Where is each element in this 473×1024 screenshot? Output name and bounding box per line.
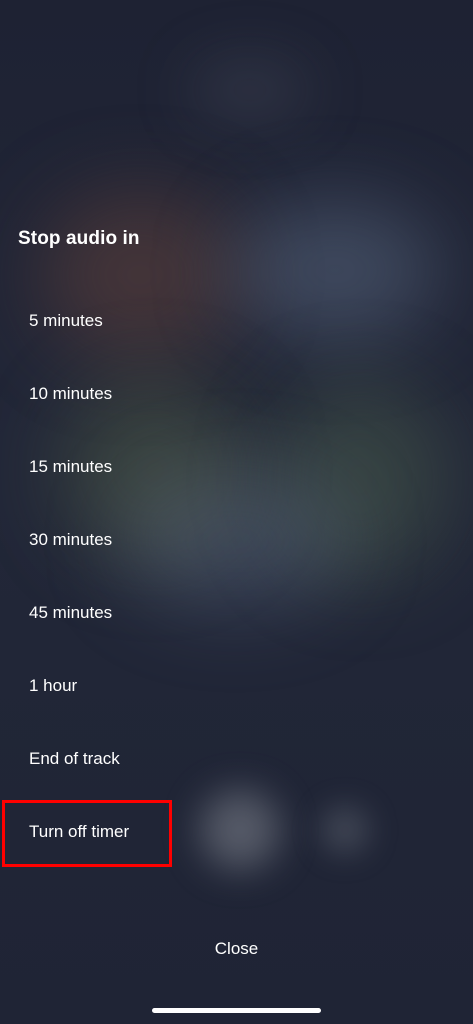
timer-option-15-minutes[interactable]: 15 minutes [0,430,473,503]
option-label: 15 minutes [29,456,113,476]
option-label: 1 hour [29,675,78,695]
home-indicator [152,1008,321,1013]
timer-option-10-minutes[interactable]: 10 minutes [0,357,473,430]
close-button[interactable]: Close [0,928,473,970]
timer-option-30-minutes[interactable]: 30 minutes [0,503,473,576]
option-label: 5 minutes [29,310,103,330]
sleep-timer-sheet: Stop audio in 5 minutes 10 minutes 15 mi… [0,0,473,1024]
timer-option-turn-off-timer[interactable]: Turn off timer [0,795,473,868]
timer-option-45-minutes[interactable]: 45 minutes [0,576,473,649]
option-label: End of track [29,748,120,768]
option-label: 30 minutes [29,529,113,549]
option-label: 45 minutes [29,602,113,622]
timer-option-1-hour[interactable]: 1 hour [0,649,473,722]
timer-option-end-of-track[interactable]: End of track [0,722,473,795]
option-label: 10 minutes [29,383,113,403]
timer-option-5-minutes[interactable]: 5 minutes [0,284,473,357]
option-label: Turn off timer [29,821,130,841]
sheet-title: Stop audio in [18,228,140,249]
